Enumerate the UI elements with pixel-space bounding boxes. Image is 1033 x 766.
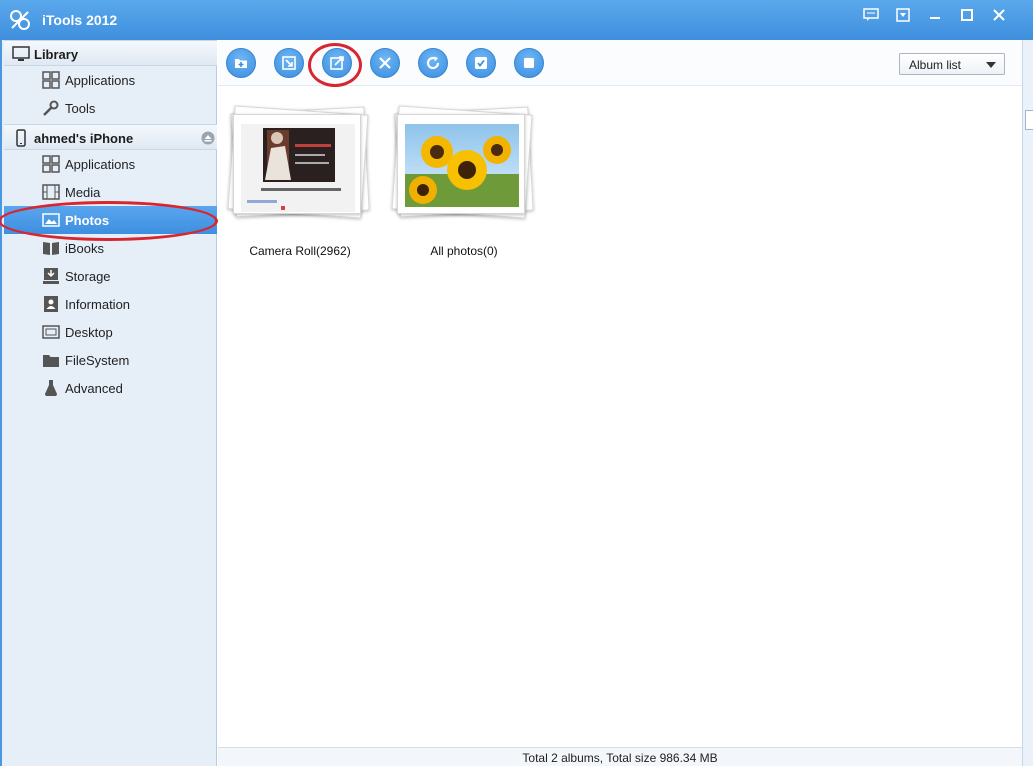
- delete-icon: [377, 55, 393, 71]
- folder-icon: [42, 351, 60, 369]
- feedback-icon[interactable]: [859, 6, 883, 24]
- sidebar-item-information[interactable]: Information: [4, 290, 217, 318]
- import-icon: [281, 55, 297, 71]
- sidebar-section-title: Library: [34, 47, 79, 62]
- sidebar-item-label: iBooks: [65, 241, 105, 256]
- sidebar-item-device-applications[interactable]: Applications: [4, 150, 217, 178]
- sidebar-item-label: Applications: [65, 157, 136, 172]
- sidebar-item-label: Media: [65, 185, 101, 200]
- photo-icon: [42, 211, 60, 229]
- album-all-photos[interactable]: All photos(0): [389, 104, 539, 274]
- sidebar-item-advanced[interactable]: Advanced: [4, 374, 217, 402]
- sidebar-item-label: Photos: [65, 213, 110, 228]
- sidebar-item-desktop[interactable]: Desktop: [4, 318, 217, 346]
- view-mode-select[interactable]: Album list: [899, 53, 1005, 75]
- menu-dropdown-icon[interactable]: [891, 6, 915, 24]
- select-all-button[interactable]: [466, 48, 496, 78]
- sidebar-item-label: Information: [65, 297, 131, 312]
- contact-card-icon: [42, 295, 60, 313]
- title-bar: iTools 2012: [0, 0, 1033, 40]
- album-stack-front: [397, 114, 525, 214]
- view-mode-selected: Album list: [909, 58, 962, 72]
- computer-icon: [12, 45, 30, 63]
- export-icon: [329, 55, 345, 71]
- album-name: All photos(0): [430, 244, 498, 258]
- export-button[interactable]: [322, 48, 352, 78]
- eject-icon[interactable]: [201, 131, 215, 145]
- minimize-icon[interactable]: [923, 6, 947, 24]
- sidebar-item-tools[interactable]: Tools: [4, 94, 217, 122]
- refresh-button[interactable]: [418, 48, 448, 78]
- sidebar-item-label: Storage: [65, 269, 111, 284]
- refresh-icon: [425, 55, 441, 71]
- maximize-icon[interactable]: [955, 6, 979, 24]
- storage-icon: [42, 267, 60, 285]
- sidebar-item-media[interactable]: Media: [4, 178, 217, 206]
- import-button[interactable]: [274, 48, 304, 78]
- stop-icon: [521, 55, 537, 71]
- sidebar-section-library[interactable]: Library: [4, 40, 217, 66]
- sidebar: Library Applications Tools ahmed's iPhon…: [0, 40, 217, 766]
- album-stack-front: [233, 114, 361, 214]
- album-thumbnail-camera-roll: [241, 124, 355, 212]
- sidebar-item-label: Applications: [65, 73, 136, 88]
- close-icon[interactable]: [987, 6, 1011, 24]
- device-name: ahmed's iPhone: [34, 131, 134, 146]
- sidebar-item-label: Desktop: [65, 325, 113, 340]
- stop-button[interactable]: [514, 48, 544, 78]
- album-camera-roll[interactable]: Camera Roll(2962): [225, 104, 375, 274]
- sidebar-item-photos[interactable]: Photos: [4, 206, 217, 234]
- sidebar-item-storage[interactable]: Storage: [4, 262, 217, 290]
- sidebar-section-device[interactable]: ahmed's iPhone: [4, 124, 217, 150]
- wrench-icon: [42, 99, 60, 117]
- film-icon: [42, 183, 60, 201]
- window-title: iTools 2012: [42, 12, 118, 28]
- new-album-icon: [233, 55, 249, 71]
- chevron-down-icon: [986, 62, 996, 68]
- book-icon: [42, 239, 60, 257]
- album-thumbnail-all-photos: [405, 124, 519, 207]
- sidebar-item-label: Advanced: [65, 381, 123, 396]
- background-window-control: [1025, 110, 1033, 130]
- delete-button[interactable]: [370, 48, 400, 78]
- background-window-edge: [1022, 40, 1033, 766]
- apps-grid-icon: [42, 155, 60, 173]
- select-all-icon: [473, 55, 489, 71]
- sidebar-item-ibooks[interactable]: iBooks: [4, 234, 217, 262]
- itools-logo-icon: [8, 8, 32, 32]
- album-name: Camera Roll(2962): [249, 244, 351, 258]
- flask-icon: [42, 379, 60, 397]
- sidebar-item-label: FileSystem: [65, 353, 130, 368]
- desktop-icon: [42, 323, 60, 341]
- status-bar: Total 2 albums, Total size 986.34 MB: [218, 747, 1022, 766]
- sidebar-item-library-applications[interactable]: Applications: [4, 66, 217, 94]
- new-album-button[interactable]: [226, 48, 256, 78]
- phone-icon: [12, 129, 30, 147]
- apps-grid-icon: [42, 71, 60, 89]
- sidebar-item-filesystem[interactable]: FileSystem: [4, 346, 217, 374]
- sidebar-item-label: Tools: [65, 101, 96, 116]
- status-text: Total 2 albums, Total size 986.34 MB: [522, 751, 718, 765]
